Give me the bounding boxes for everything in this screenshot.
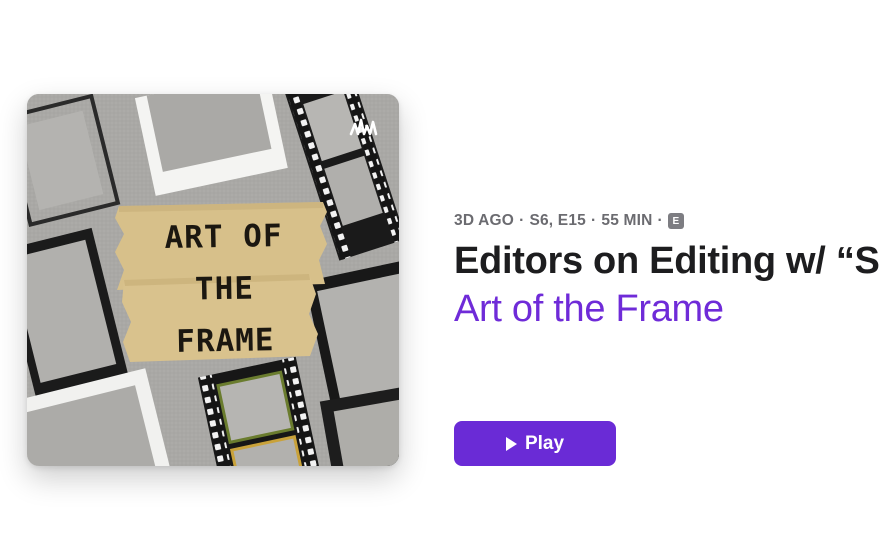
play-button[interactable]: Play — [454, 421, 616, 466]
episode-age: 3D AGO — [454, 212, 515, 229]
artwork-line-2: THE — [194, 270, 255, 308]
episode-header: ART OF THE FRAME 3D AGO · S6, E15 · 55 M… — [0, 0, 883, 560]
season-episode: S6, E15 — [529, 212, 586, 229]
episode-duration: 55 MIN — [601, 212, 653, 229]
episode-artwork[interactable]: ART OF THE FRAME — [27, 94, 399, 466]
artwork-title-text: ART OF THE FRAME — [121, 209, 329, 369]
meta-separator: · — [657, 212, 663, 229]
play-label: Play — [524, 432, 565, 454]
show-name-link[interactable]: Art of the Frame — [454, 288, 724, 331]
explicit-badge: E — [667, 213, 684, 229]
artwork-line-1: ART OF — [164, 217, 283, 257]
episode-title: Editors on Editing w/ “S — [454, 240, 880, 282]
episode-meta: 3D AGO · S6, E15 · 55 MIN · E — [454, 212, 684, 230]
meta-separator: · — [591, 212, 597, 229]
play-icon — [505, 436, 517, 451]
artwork-line-3: FRAME — [175, 322, 275, 360]
meta-separator: · — [519, 212, 525, 229]
